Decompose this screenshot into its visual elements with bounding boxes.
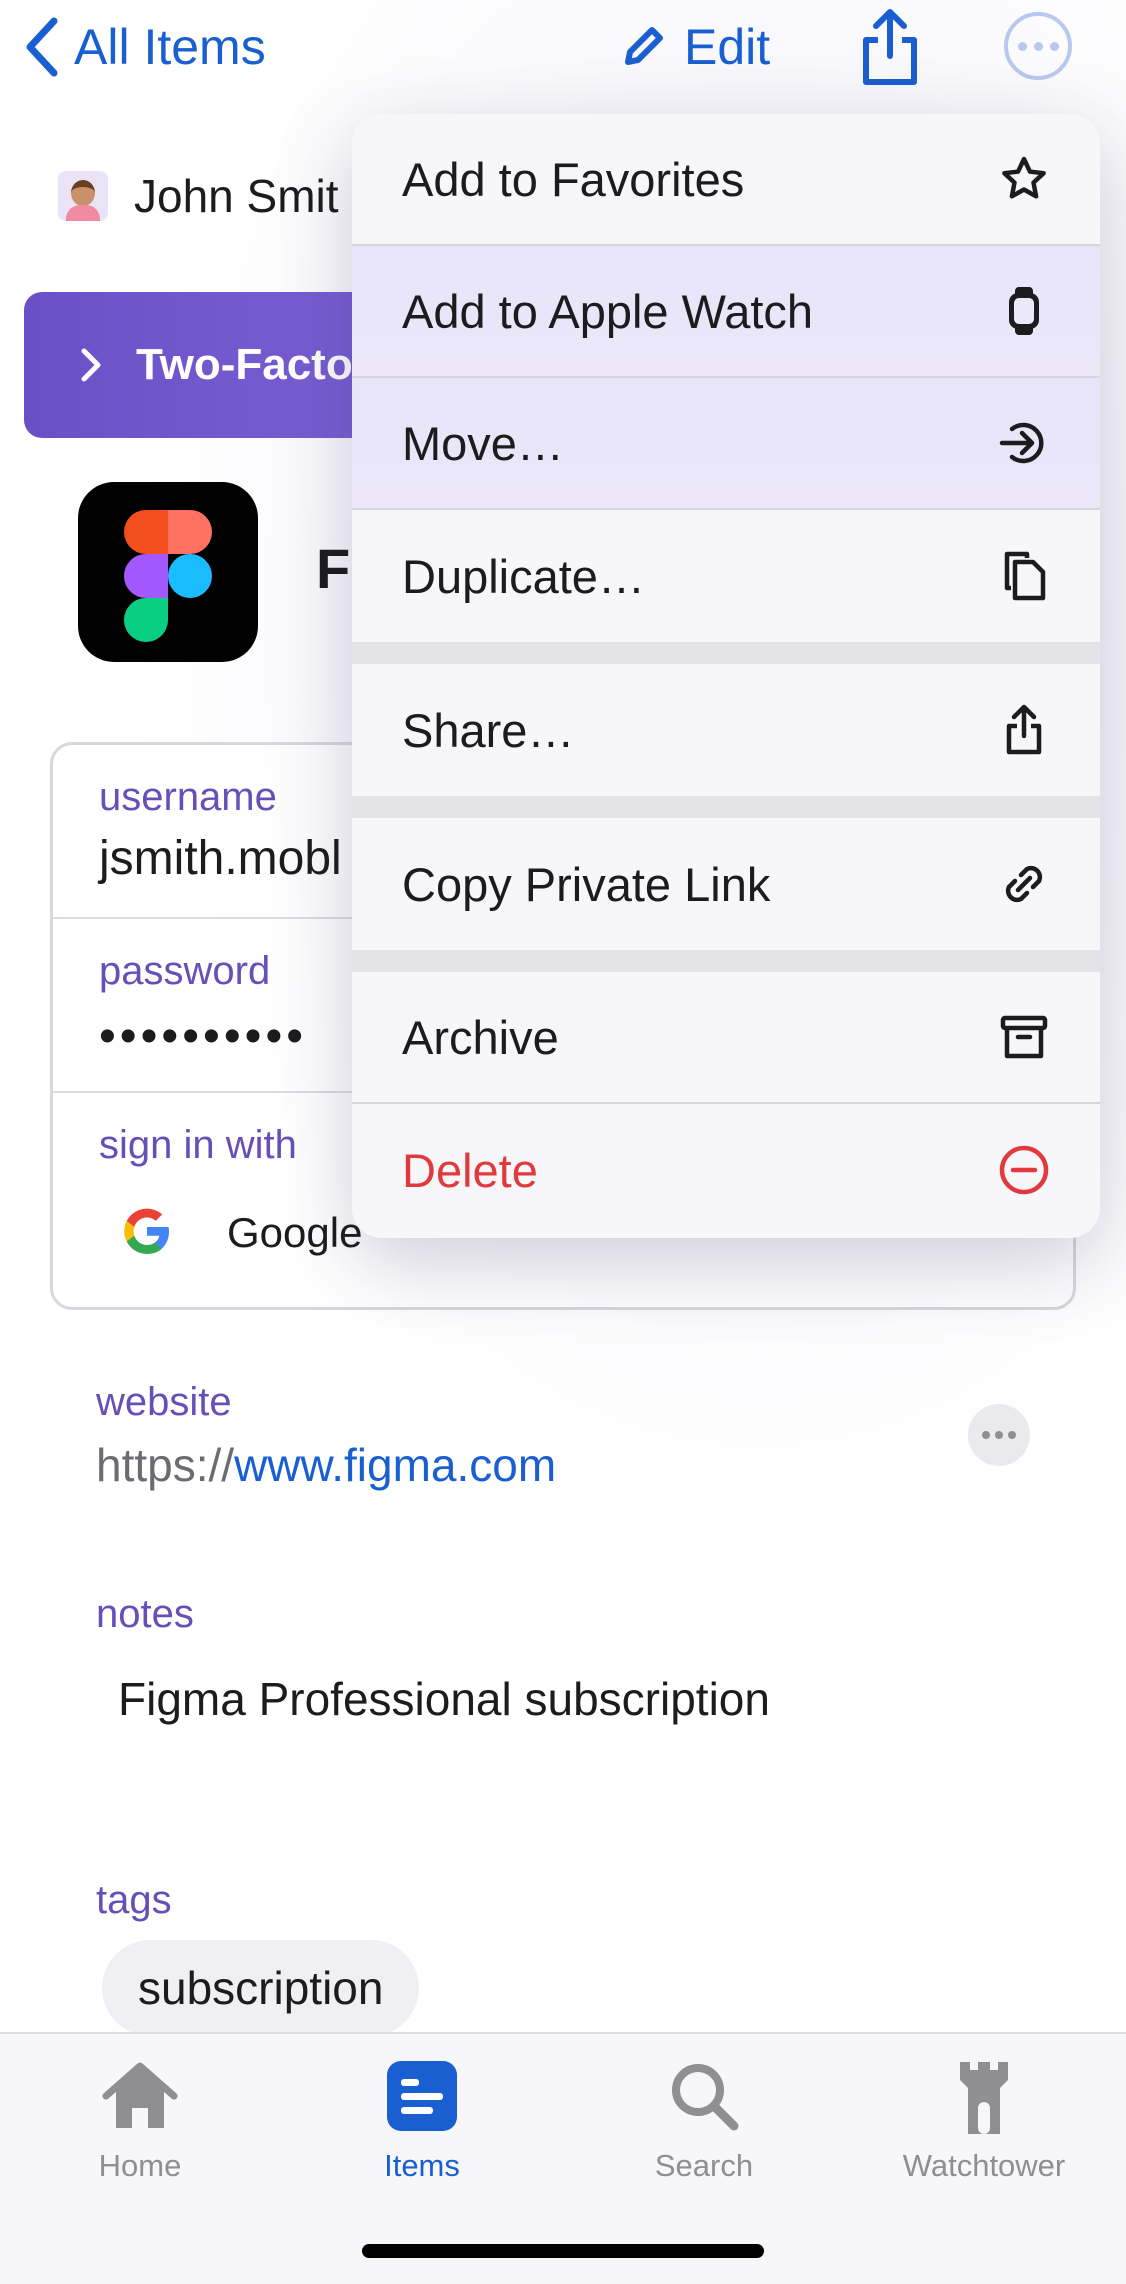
owner-row: John Smit xyxy=(58,160,339,232)
watch-icon xyxy=(998,285,1050,337)
dot-icon xyxy=(982,1431,990,1439)
menu-item-label: Move… xyxy=(402,416,564,470)
link-icon xyxy=(998,858,1050,910)
chevron-right-icon xyxy=(81,348,101,382)
tags-label: tags xyxy=(96,1878,172,1922)
context-menu: Add to Favorites Add to Apple Watch Move… xyxy=(352,114,1100,1238)
username-label: username xyxy=(99,775,277,819)
tab-items[interactable]: Items xyxy=(322,2058,522,2184)
sign-in-with-label: sign in with xyxy=(99,1123,297,1167)
menu-item-delete[interactable]: Delete xyxy=(352,1104,1100,1236)
menu-separator xyxy=(352,950,1100,972)
duplicate-icon xyxy=(998,550,1050,602)
pencil-icon xyxy=(625,27,663,65)
menu-item-add-to-favorites[interactable]: Add to Favorites xyxy=(352,114,1100,246)
back-button[interactable]: All Items xyxy=(24,14,266,80)
tab-home[interactable]: Home xyxy=(40,2058,240,2184)
delete-icon xyxy=(998,1144,1050,1196)
menu-item-duplicate[interactable]: Duplicate… xyxy=(352,510,1100,642)
website-label: website xyxy=(96,1380,232,1424)
watchtower-icon xyxy=(946,2058,1022,2134)
notes-value: Figma Professional subscription xyxy=(118,1673,770,1725)
edit-button[interactable]: Edit xyxy=(620,14,770,80)
home-icon xyxy=(102,2058,178,2134)
chevron-left-icon xyxy=(26,17,58,77)
menu-item-label: Archive xyxy=(402,1010,559,1064)
tab-items-label: Items xyxy=(384,2148,460,2183)
menu-item-label: Copy Private Link xyxy=(402,857,771,911)
dot-icon xyxy=(1033,41,1043,51)
website-value[interactable]: https://www.figma.com xyxy=(96,1438,556,1492)
figma-logo-icon xyxy=(78,482,258,662)
more-options-button[interactable] xyxy=(1004,12,1072,80)
dot-icon xyxy=(1017,41,1027,51)
avatar xyxy=(58,171,108,221)
menu-item-archive[interactable]: Archive xyxy=(352,972,1100,1104)
tab-watchtower[interactable]: Watchtower xyxy=(884,2058,1084,2184)
menu-item-move[interactable]: Move… xyxy=(352,378,1100,510)
website-more-button[interactable] xyxy=(968,1404,1030,1466)
share-icon xyxy=(863,9,917,85)
archive-icon xyxy=(998,1011,1050,1063)
username-value: jsmith.mobl xyxy=(99,832,342,885)
menu-item-label: Add to Apple Watch xyxy=(402,284,814,338)
dot-icon xyxy=(1008,1431,1016,1439)
tab-watchtower-label: Watchtower xyxy=(902,2148,1066,2183)
menu-separator xyxy=(352,796,1100,818)
share-button[interactable] xyxy=(858,8,922,88)
menu-item-label: Delete xyxy=(402,1143,538,1197)
tag-chip[interactable]: subscription xyxy=(102,1940,420,2036)
menu-item-label: Duplicate… xyxy=(402,549,645,603)
notes-label: notes xyxy=(96,1592,194,1636)
sign-in-with-value: Google xyxy=(227,1209,363,1256)
menu-item-copy-private-link[interactable]: Copy Private Link xyxy=(352,818,1100,950)
google-icon xyxy=(124,1208,169,1254)
home-indicator xyxy=(362,2244,764,2258)
item-title: F xyxy=(316,537,351,600)
menu-item-label: Share… xyxy=(402,703,575,757)
tab-home-label: Home xyxy=(98,2148,182,2183)
star-icon xyxy=(998,153,1050,205)
banner-label: Two-Facto xyxy=(136,340,353,389)
password-value: •••••••••• xyxy=(99,1010,308,1063)
menu-item-add-to-apple-watch[interactable]: Add to Apple Watch xyxy=(352,246,1100,378)
edit-label: Edit xyxy=(684,19,771,75)
menu-separator xyxy=(352,642,1100,664)
back-label: All Items xyxy=(74,19,266,75)
navigation-bar: All Items Edit xyxy=(0,0,1126,100)
password-label: password xyxy=(99,949,271,993)
dot-icon xyxy=(995,1431,1003,1439)
search-icon xyxy=(666,2058,742,2134)
share-icon xyxy=(998,704,1050,756)
tab-search-label: Search xyxy=(654,2148,754,2183)
items-icon xyxy=(384,2058,460,2134)
website-prefix: https:// xyxy=(96,1439,235,1491)
menu-item-label: Add to Favorites xyxy=(402,152,745,206)
website-link[interactable]: www.figma.com xyxy=(234,1439,556,1491)
dot-icon xyxy=(1049,41,1059,51)
menu-item-share[interactable]: Share… xyxy=(352,664,1100,796)
owner-name: John Smit xyxy=(134,170,339,222)
tab-search[interactable]: Search xyxy=(604,2058,804,2184)
move-icon xyxy=(998,417,1050,469)
